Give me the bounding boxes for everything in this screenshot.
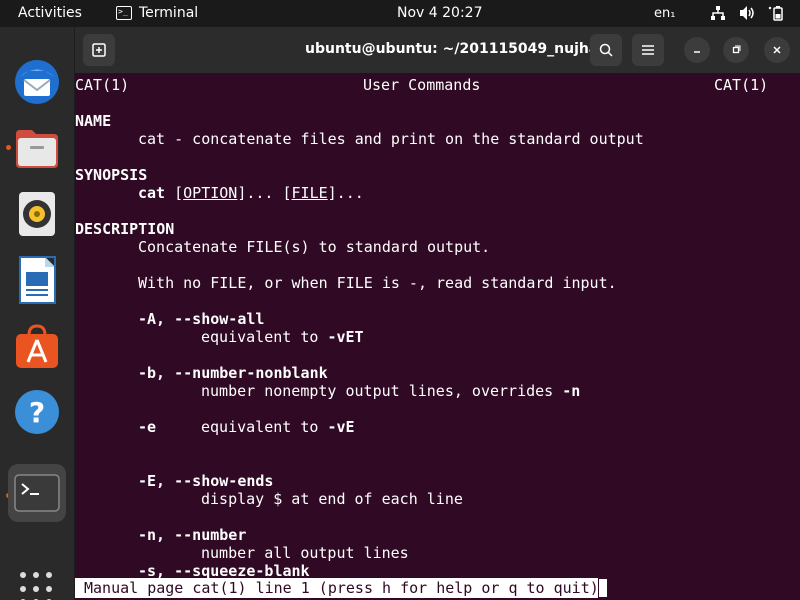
option-name: -e [138,418,157,436]
option-description: number nonempty output lines, overrides … [201,382,581,400]
minimize-icon [694,51,700,53]
svg-text:?: ? [29,396,45,429]
option-description: display $ at end of each line [201,490,463,508]
terminal-output[interactable]: CAT(1) User Commands CAT(1) NAME cat - c… [75,73,800,600]
close-button[interactable] [764,37,790,63]
option-name: -n, --number [138,526,247,544]
window-title: ubuntu@ubuntu: ~/201115049_nujhat [305,41,605,57]
show-applications-button[interactable] [20,572,54,600]
files-launcher[interactable] [8,119,66,177]
option-name: -b, --number-nonblank [138,364,328,382]
document-icon [19,256,56,304]
volume-icon[interactable] [738,5,756,25]
option-description: equivalent to -vE [201,418,355,436]
new-tab-button[interactable] [83,34,115,66]
activities-button[interactable]: Activities [18,5,82,21]
speaker-icon [19,192,55,236]
help-icon: ? [15,390,59,434]
app-menu[interactable]: >_ Terminal [116,5,198,21]
top-bar: Activities >_ Terminal Nov 4 20:27 en₁ [0,0,800,27]
name-text: cat - concatenate files and print on the… [138,130,644,148]
new-tab-icon [92,43,106,57]
section-heading-synopsis: SYNOPSIS [75,166,148,184]
description-text: With no FILE, or when FILE is -, read st… [138,274,617,292]
menu-button[interactable] [632,34,664,66]
close-icon [773,46,781,54]
search-button[interactable] [590,34,622,66]
app-center-launcher[interactable] [8,317,66,375]
thunderbird-icon [15,60,59,104]
app-menu-label: Terminal [139,5,199,21]
man-header-left: CAT(1) [75,76,130,94]
option-name: -E, --show-ends [138,472,274,490]
maximize-button[interactable] [723,37,749,63]
terminal-icon: >_ [116,6,132,20]
writer-launcher[interactable] [8,251,66,309]
rhythmbox-launcher[interactable] [8,185,66,243]
section-heading-description: DESCRIPTION [75,220,175,238]
clock[interactable]: Nov 4 20:27 [397,5,482,21]
battery-icon[interactable] [768,5,784,25]
option-description: number all output lines [201,544,409,562]
title-bar[interactable]: ubuntu@ubuntu: ~/201115049_nujhat [75,27,800,73]
option-name: -A, --show-all [138,310,265,328]
folder-icon [16,130,58,168]
search-icon [599,43,613,57]
text-cursor [598,578,608,598]
dock: ? [0,27,74,600]
man-header-center: User Commands [363,76,481,94]
section-heading-name: NAME [75,112,112,130]
restore-icon [732,45,741,54]
man-header-right: CAT(1) [714,76,769,94]
hamburger-menu-icon [642,45,654,55]
terminal-window[interactable]: ubuntu@ubuntu: ~/201115049_nujhat CAT(1)… [75,27,800,600]
thunderbird-launcher[interactable] [8,53,66,111]
terminal-launcher[interactable] [8,464,66,522]
input-language-indicator[interactable]: en₁ [654,6,675,21]
synopsis-line: cat [OPTION]... [FILE]... [138,184,364,202]
help-launcher[interactable]: ? [8,383,66,441]
pager-status-bar: Manual page cat(1) line 1 (press h for h… [75,578,608,598]
option-description: equivalent to -vET [201,328,364,346]
terminal-icon [14,474,60,512]
minimize-button[interactable] [684,37,710,63]
shopping-bag-icon [16,324,58,368]
description-text: Concatenate FILE(s) to standard output. [138,238,491,256]
network-icon[interactable] [710,5,726,25]
